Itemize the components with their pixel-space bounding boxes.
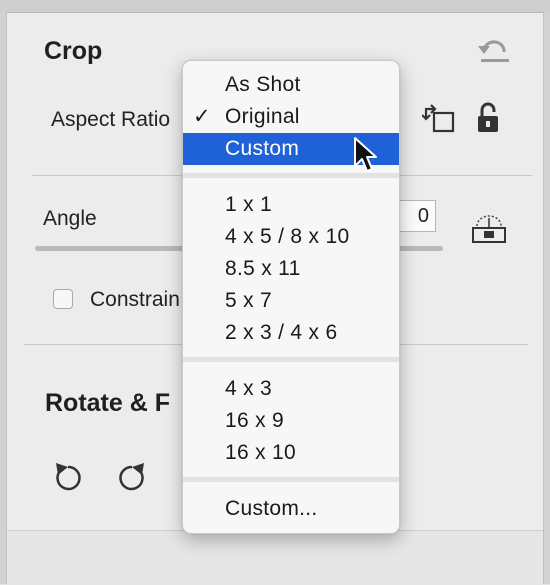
menu-separator [183, 357, 399, 362]
reset-icon[interactable] [478, 38, 512, 64]
menu-item-label: 16 x 9 [225, 409, 285, 432]
level-tool-icon[interactable] [471, 214, 507, 244]
menu-item-label: 16 x 10 [225, 441, 296, 464]
swap-orientation-icon[interactable] [422, 103, 456, 133]
aspect-ratio-label: Aspect Ratio [51, 108, 171, 131]
angle-label: Angle [43, 207, 97, 230]
aspect-ratio-dropdown-menu: As Shot ✓ Original Custom 1 x 1 4 x 5 / … [182, 60, 400, 534]
menu-item-label: 1 x 1 [225, 193, 273, 216]
panel-right-edge [543, 12, 550, 584]
menu-item-label: 8.5 x 11 [225, 257, 301, 280]
menu-item-label: 5 x 7 [225, 289, 273, 312]
menu-item-1x1[interactable]: 1 x 1 [183, 189, 399, 221]
menu-item-16x10[interactable]: 16 x 10 [183, 437, 399, 469]
rotate-left-icon[interactable] [52, 459, 84, 493]
constrain-checkbox[interactable] [53, 289, 73, 309]
unlock-icon[interactable] [476, 102, 500, 134]
menu-item-8-5x11[interactable]: 8.5 x 11 [183, 253, 399, 285]
menu-item-label: Custom [225, 137, 300, 160]
menu-item-label: 4 x 5 / 8 x 10 [225, 225, 350, 248]
constrain-label: Constrain [90, 288, 180, 311]
menu-item-original[interactable]: ✓ Original [183, 101, 399, 133]
menu-separator [183, 477, 399, 482]
menu-item-4x5-8x10[interactable]: 4 x 5 / 8 x 10 [183, 221, 399, 253]
rotate-section-title: Rotate & F [45, 389, 170, 417]
pointer-cursor-icon [353, 136, 379, 179]
checkmark-icon: ✓ [193, 105, 211, 128]
rotate-right-icon[interactable] [116, 459, 148, 493]
crop-section-title: Crop [44, 37, 103, 65]
menu-item-as-shot[interactable]: As Shot [183, 69, 399, 101]
menu-item-label: Original [225, 105, 300, 128]
menu-item-4x3[interactable]: 4 x 3 [183, 373, 399, 405]
menu-item-label: 4 x 3 [225, 377, 273, 400]
menu-item-label: Custom... [225, 497, 318, 520]
menu-item-2x3-4x6[interactable]: 2 x 3 / 4 x 6 [183, 317, 399, 349]
window-top-edge [0, 0, 550, 13]
menu-item-16x9[interactable]: 16 x 9 [183, 405, 399, 437]
panel-left-edge [0, 12, 7, 584]
menu-item-custom-dialog[interactable]: Custom... [183, 493, 399, 525]
panel-bottom-strip [7, 530, 543, 585]
menu-item-5x7[interactable]: 5 x 7 [183, 285, 399, 317]
menu-item-label: As Shot [225, 73, 301, 96]
menu-item-label: 2 x 3 / 4 x 6 [225, 321, 338, 344]
